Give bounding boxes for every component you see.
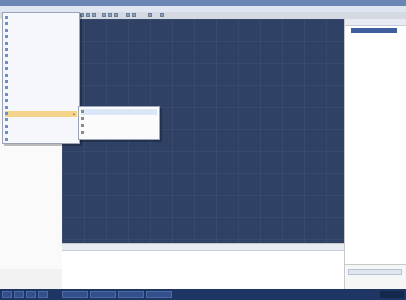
start-button[interactable] — [2, 291, 12, 298]
submenu-item-icon — [81, 124, 84, 127]
taskbar-item[interactable] — [14, 291, 24, 298]
menu-item-icon — [5, 118, 8, 122]
properties-dropdown[interactable] — [348, 269, 402, 275]
config-dropdown[interactable] — [160, 13, 164, 17]
new-icon[interactable] — [80, 13, 84, 17]
taskbar-clock[interactable] — [380, 291, 404, 298]
paste-icon[interactable] — [114, 13, 118, 17]
menu-item-icon — [5, 105, 8, 109]
menu-item[interactable] — [5, 92, 77, 98]
undo-icon[interactable] — [126, 13, 130, 17]
save-icon[interactable] — [92, 13, 96, 17]
menu-item-icon — [5, 99, 8, 103]
taskbar-item[interactable] — [26, 291, 36, 298]
menu-item-icon — [5, 92, 8, 96]
menu-item-icon — [5, 137, 8, 141]
menu-item[interactable] — [5, 85, 77, 91]
submenu-item[interactable] — [81, 109, 157, 115]
output-panel — [62, 243, 344, 290]
menu-item[interactable] — [5, 73, 77, 79]
submenu-item-icon — [81, 117, 84, 120]
menu-item-icon — [5, 67, 8, 71]
menu-item[interactable] — [5, 79, 77, 85]
redo-icon[interactable] — [132, 13, 136, 17]
menu-item[interactable] — [5, 98, 77, 104]
output-header — [62, 244, 344, 251]
copy-icon[interactable] — [108, 13, 112, 17]
menu-item-icon — [5, 112, 8, 115]
menu-item-icon — [5, 73, 8, 77]
start-icon[interactable] — [148, 13, 152, 17]
taskbar-item[interactable] — [38, 291, 48, 298]
open-icon[interactable] — [86, 13, 90, 17]
taskbar-item[interactable] — [146, 291, 172, 298]
submenu-item-icon — [81, 131, 84, 134]
menu-item-icon — [5, 131, 8, 135]
submenu-item[interactable] — [81, 116, 157, 122]
submenu-item[interactable] — [81, 123, 157, 129]
menu-item-icon — [5, 22, 8, 26]
menu-item[interactable] — [5, 34, 77, 40]
menu-item-icon — [5, 16, 8, 19]
submenu-item[interactable] — [81, 130, 157, 136]
menu-item[interactable]: ▸ — [5, 111, 77, 117]
taskbar-item[interactable] — [90, 291, 116, 298]
menu-item[interactable] — [5, 53, 77, 59]
menu-item[interactable] — [5, 47, 77, 53]
taskbar — [0, 289, 406, 300]
menu-item-icon — [5, 124, 8, 128]
properties-panel — [345, 264, 406, 289]
menu-item-icon — [5, 35, 8, 39]
taskbar-item[interactable] — [62, 291, 88, 298]
menu-item[interactable] — [5, 105, 77, 111]
menu-item-icon — [5, 60, 8, 64]
menu-item-icon — [5, 54, 8, 58]
menu-item-icon — [5, 86, 8, 90]
menu-item-icon — [5, 48, 8, 51]
menu-item[interactable] — [5, 41, 77, 47]
taskbar-item[interactable] — [118, 291, 144, 298]
menu-item-icon — [5, 41, 8, 45]
file-dropdown-menu: ▸ — [2, 12, 80, 144]
menu-item[interactable] — [5, 130, 77, 136]
menu-item[interactable] — [5, 137, 77, 143]
menu-item[interactable] — [5, 117, 77, 123]
tree-item-selected[interactable] — [351, 28, 397, 33]
menu-item[interactable] — [5, 60, 77, 66]
submenu — [78, 106, 160, 140]
menu-item[interactable] — [5, 66, 77, 72]
submenu-item-icon — [81, 110, 84, 113]
menu-item[interactable] — [5, 21, 77, 27]
menu-item[interactable] — [5, 15, 77, 21]
solution-explorer-panel — [344, 19, 406, 289]
solution-explorer-header[interactable] — [345, 19, 406, 26]
menu-item-icon — [5, 80, 8, 83]
cut-icon[interactable] — [102, 13, 106, 17]
submenu-arrow-icon: ▸ — [73, 112, 75, 116]
menu-item-icon — [5, 28, 8, 32]
menu-item[interactable] — [5, 28, 77, 34]
menu-item[interactable] — [5, 124, 77, 130]
